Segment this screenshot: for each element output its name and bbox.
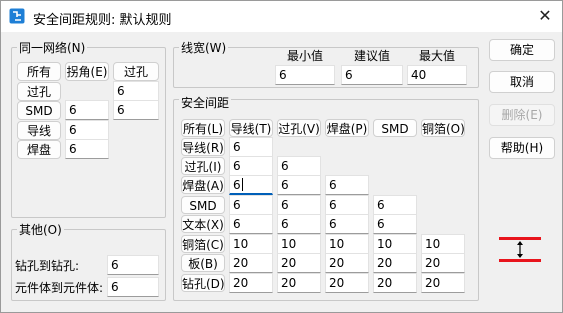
- clearance-drill-pad-field[interactable]: 20: [325, 273, 369, 293]
- clearance-board-smd-field[interactable]: 20: [373, 253, 417, 273]
- net-header-corner-button[interactable]: 拐角(E): [65, 62, 109, 81]
- delete-button[interactable]: 删除(E): [489, 104, 555, 126]
- clearance-row-copper-button[interactable]: 铜箔(C): [181, 235, 225, 253]
- net-track-field[interactable]: 6: [65, 120, 109, 140]
- clearance-row-pad-button[interactable]: 焊盘(A): [181, 176, 225, 194]
- clearance-drill-track-field[interactable]: 20: [229, 273, 273, 293]
- clearance-header-pad-button[interactable]: 焊盘(P): [325, 119, 369, 137]
- drill-to-drill-field[interactable]: 6: [107, 255, 159, 275]
- min-width-label: 最小值: [286, 49, 323, 63]
- net-header-all-button[interactable]: 所有: [17, 62, 61, 81]
- clearance-pad-track-value: 6: [233, 178, 241, 192]
- other-group-label: 其他(O): [17, 221, 64, 238]
- max-width-label: 最大值: [418, 49, 455, 63]
- clearance-header-copper-button[interactable]: 铜箔(O): [421, 119, 465, 137]
- clearance-header-smd-button[interactable]: SMD: [373, 119, 417, 137]
- net-smd-via-field[interactable]: 6: [113, 100, 159, 120]
- net-row-smd-button[interactable]: SMD: [17, 101, 61, 120]
- clearance-row-drill-button[interactable]: 钻孔(D): [181, 274, 225, 292]
- clearance-pad-pad-field[interactable]: 6: [325, 175, 369, 195]
- clearance-text-via-field[interactable]: 6: [277, 214, 321, 234]
- cancel-button[interactable]: 取消: [489, 71, 555, 93]
- clearance-smd-track-field[interactable]: 6: [229, 195, 273, 215]
- track-width-group-label: 线宽(W): [179, 39, 229, 56]
- clearance-header-via-button[interactable]: 过孔(V): [277, 119, 321, 137]
- clearance-board-track-field[interactable]: 20: [229, 253, 273, 273]
- clearance-board-via-field[interactable]: 20: [277, 253, 321, 273]
- help-button[interactable]: 帮助(H): [489, 137, 555, 159]
- title-bar: 安全间距规则: 默认规则 ✕: [1, 1, 562, 32]
- clearance-via-via-field[interactable]: 6: [277, 156, 321, 176]
- same-net-group-label: 同一网络(N): [17, 39, 88, 56]
- clearance-group-label: 安全间距: [179, 94, 232, 111]
- clearance-row-text-button[interactable]: 文本(X): [181, 215, 225, 233]
- clearance-header-track-button[interactable]: 导线(T): [229, 119, 273, 137]
- clearance-track-track-field[interactable]: 6: [229, 137, 273, 157]
- clearance-copper-pad-field[interactable]: 10: [325, 234, 369, 254]
- clearance-row-via-button[interactable]: 过孔(I): [181, 157, 225, 175]
- clearance-drill-copper-field[interactable]: 20: [421, 273, 465, 293]
- clearance-copper-smd-field[interactable]: 10: [373, 234, 417, 254]
- clearance-copper-via-field[interactable]: 10: [277, 234, 321, 254]
- clearance-row-smd-button[interactable]: SMD: [181, 196, 225, 214]
- recommended-width-field[interactable]: 6: [341, 65, 403, 85]
- dialog-window: 安全间距规则: 默认规则 ✕ 同一网络(N) 所有 拐角(E) 过孔 过孔 6 …: [0, 0, 563, 313]
- drill-to-drill-label: 钻孔到钻孔:: [15, 259, 80, 273]
- clearance-drill-via-field[interactable]: 20: [277, 273, 321, 293]
- net-via-via-field[interactable]: 6: [113, 81, 159, 101]
- clearance-text-track-field[interactable]: 6: [229, 214, 273, 234]
- net-row-via-button[interactable]: 过孔: [17, 82, 61, 101]
- min-width-field[interactable]: 6: [275, 65, 335, 85]
- clearance-copper-track-field[interactable]: 10: [229, 234, 273, 254]
- clearance-board-pad-field[interactable]: 20: [325, 253, 369, 273]
- clearance-pad-track-field[interactable]: 6: [229, 175, 273, 195]
- clearance-text-pad-field[interactable]: 6: [325, 214, 369, 234]
- clearance-row-track-button[interactable]: 导线(R): [181, 138, 225, 156]
- net-row-track-button[interactable]: 导线: [17, 121, 61, 140]
- clearance-pad-via-field[interactable]: 6: [277, 175, 321, 195]
- text-caret: [241, 178, 243, 191]
- clearance-copper-copper-field[interactable]: 10: [421, 234, 465, 254]
- max-width-field[interactable]: 40: [407, 65, 467, 85]
- component-to-component-label: 元件体到元件体:: [15, 281, 104, 295]
- recommended-width-label: 建议值: [353, 49, 390, 63]
- clearance-via-track-field[interactable]: 6: [229, 156, 273, 176]
- window-title: 安全间距规则: 默认规则: [33, 13, 172, 28]
- net-smd-all-field[interactable]: 6: [65, 100, 109, 120]
- close-button[interactable]: ✕: [532, 3, 558, 29]
- clearance-text-smd-field[interactable]: 6: [373, 214, 417, 234]
- clearance-preview-icon: [499, 237, 541, 262]
- net-pad-field[interactable]: 6: [65, 139, 109, 159]
- clearance-board-copper-field[interactable]: 20: [421, 253, 465, 273]
- ok-button[interactable]: 确定: [489, 39, 555, 61]
- clearance-smd-pad-field[interactable]: 6: [325, 195, 369, 215]
- net-header-via-button[interactable]: 过孔: [113, 62, 159, 81]
- clearance-smd-smd-field[interactable]: 6: [373, 195, 417, 215]
- clearance-drill-smd-field[interactable]: 20: [373, 273, 417, 293]
- net-row-pad-button[interactable]: 焊盘: [17, 140, 61, 159]
- app-icon: [9, 8, 25, 24]
- clearance-smd-via-field[interactable]: 6: [277, 195, 321, 215]
- clearance-header-all-button[interactable]: 所有(L): [181, 119, 225, 137]
- clearance-row-board-button[interactable]: 板(B): [181, 254, 225, 272]
- component-to-component-field[interactable]: 6: [107, 277, 159, 297]
